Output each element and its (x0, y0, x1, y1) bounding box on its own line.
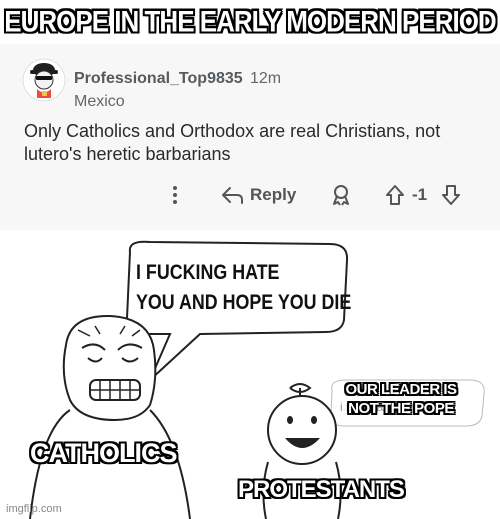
vote-count: -1 (412, 185, 428, 204)
comment-body: Only Catholics and Orthodox are real Chr… (24, 121, 441, 164)
speech-line-1: I FUCKING HATE (136, 261, 280, 284)
comment-actions: Reply -1 (0, 180, 500, 210)
award-icon (333, 185, 349, 206)
upvote-button[interactable] (384, 180, 406, 210)
reply-button[interactable]: Reply (220, 180, 296, 210)
time-ago: 12m (250, 70, 282, 87)
speech-line-2: YOU AND HOPE YOU DIE (136, 291, 352, 314)
avatar[interactable] (22, 58, 66, 102)
caption-catholics: CATHOLICS (30, 438, 177, 468)
watermark: imgflip.com (6, 503, 62, 515)
award-button[interactable] (330, 180, 352, 210)
downvote-arrow-icon (442, 185, 460, 205)
caption-leader-not-pope: OUR LEADER IS NOT THE POPE (345, 381, 457, 417)
caption-protestants: PROTESTANTS (238, 476, 405, 503)
comment-screenshot: Professional_Top9835 12m Mexico Only Cat… (0, 44, 500, 230)
meme-title: EUROPE IN THE EARLY MODERN PERIOD (4, 3, 496, 39)
avatar-icon (22, 58, 66, 102)
reply-arrow-icon (222, 187, 243, 204)
downvote-button[interactable] (440, 180, 462, 210)
angry-man-figure (29, 314, 191, 519)
user-flair: Mexico (74, 93, 125, 110)
title-band: EUROPE IN THE EARLY MODERN PERIOD (0, 0, 500, 44)
more-options-button[interactable] (168, 180, 182, 210)
speech-text: I FUCKING HATE YOU AND HOPE YOU DIE (136, 258, 352, 318)
vote-score: -1 (412, 180, 427, 210)
username[interactable]: Professional_Top9835 (74, 70, 243, 88)
reply-label: Reply (250, 185, 297, 204)
more-vertical-icon (173, 186, 177, 204)
upvote-arrow-icon (386, 185, 404, 205)
